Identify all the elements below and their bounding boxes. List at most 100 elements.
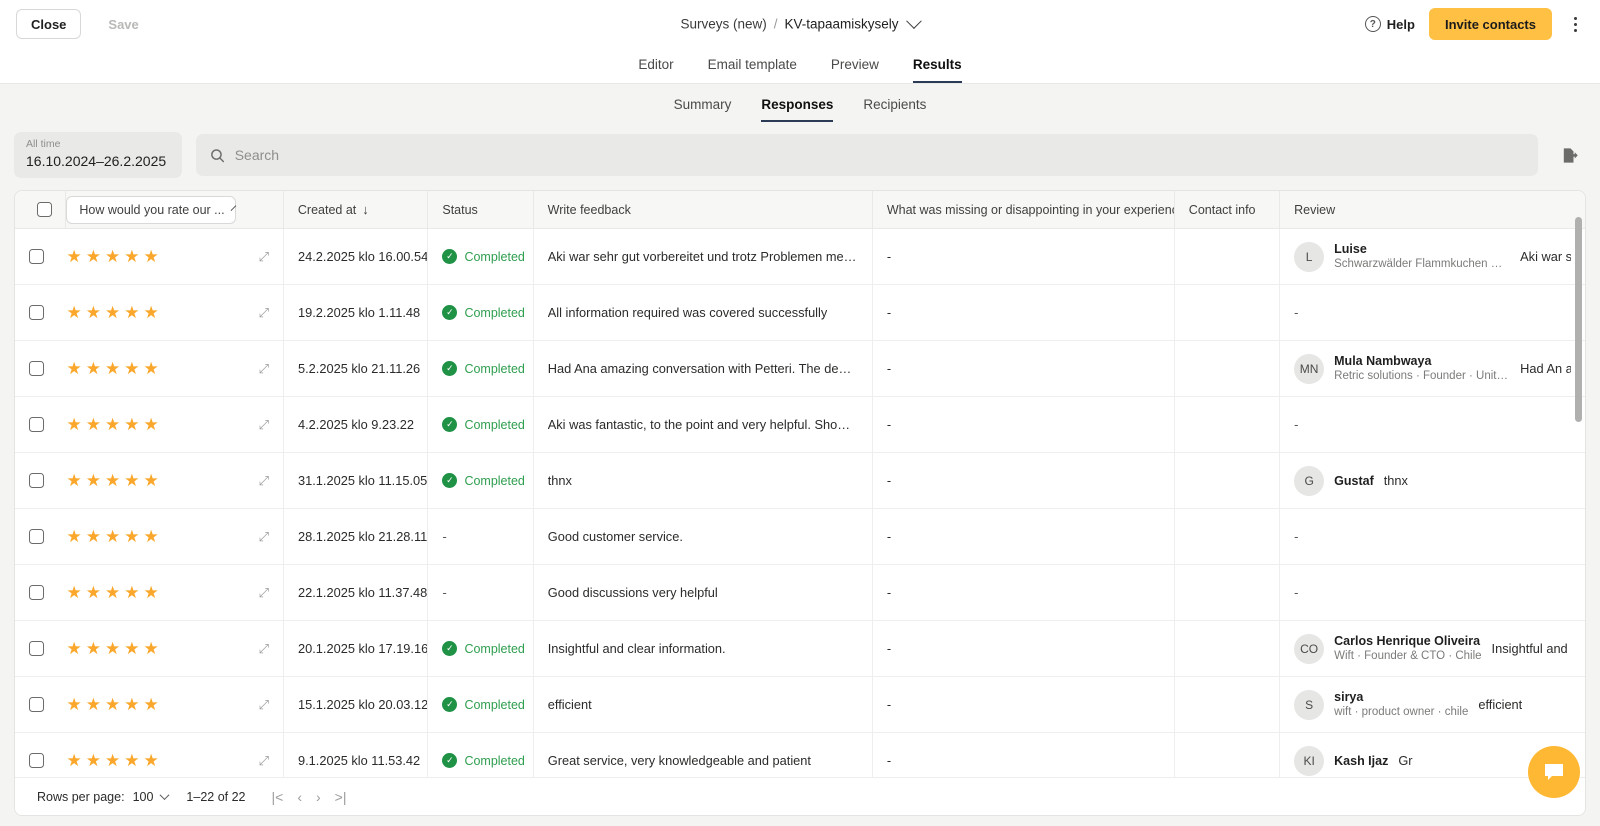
row-checkbox[interactable] [29,305,44,320]
previous-page-button[interactable]: ‹ [297,789,302,805]
sort-desc-icon: ↓ [362,202,369,217]
column-header-write-feedback[interactable]: Write feedback [534,191,873,229]
row-checkbox[interactable] [29,417,44,432]
star-icon: ★ [104,583,121,602]
expand-row-icon[interactable]: ⤢ [259,473,269,489]
star-icon: ★ [124,247,140,266]
table-row[interactable]: ★ ★ ★ ★ ★ ⤢ 5.2.2025 klo 21.11.26 ✓ Completed Had… [15,340,1585,397]
table-row[interactable]: ★ ★ ★ ★ ★ ⤢ 4.2.2025 klo 9.23.22 ✓ Completed Aki … [15,396,1585,453]
review-empty: - [1294,305,1299,320]
star-icon: ★ [85,359,101,378]
row-checkbox[interactable] [29,249,44,264]
table-row[interactable]: ★ ★ ★ ★ ★ ⤢ 24.2.2025 klo 16.00.54 ✓ Completed Ak… [15,229,1585,285]
save-button[interactable]: Save [93,9,154,39]
table-row[interactable]: ★ ★ ★ ★ ★ ⤢ 15.1.2025 klo 20.03.12 ✓ Completed ef… [15,676,1585,733]
tab-email-template[interactable]: Email template [708,57,797,83]
expand-row-icon[interactable]: ⤢ [259,249,269,265]
rating-column-header: How would you rate our ... [66,191,284,229]
table-row[interactable]: ★ ★ ★ ★ ★ ⤢ 28.1.2025 klo 21.28.11- Good custom… [15,508,1585,565]
subtab-summary[interactable]: Summary [674,97,732,122]
rows-per-page-control[interactable]: Rows per page: 100 [37,790,170,804]
reviewer-name: Mula Nambwaya [1334,354,1432,368]
tab-results[interactable]: Results [912,57,962,83]
invite-contacts-button[interactable]: Invite contacts [1428,8,1552,40]
star-icon: ★ [85,471,101,490]
feedback-text: All information required was covered suc… [547,305,828,320]
vertical-scrollbar[interactable] [1575,217,1582,422]
row-checkbox[interactable] [29,361,44,376]
help-label: Help [1386,16,1415,32]
close-button[interactable]: Close [16,9,82,39]
rating-filter-select[interactable]: How would you rate our ... [66,195,237,224]
column-header-review[interactable]: Review [1280,191,1585,229]
next-page-button[interactable]: › [316,789,321,805]
status-badge: ✓ Completed [442,249,525,264]
column-header-status[interactable]: Status [428,191,534,229]
last-page-button[interactable]: >| [335,789,347,805]
table-row[interactable]: ★ ★ ★ ★ ★ ⤢ 9.1.2025 klo 11.53.42 ✓ Completed Gre… [15,732,1585,778]
status-cell: ✓ Completed [428,396,534,453]
row-checkbox[interactable] [29,697,44,712]
table-row[interactable]: ★ ★ ★ ★ ★ ⤢ 20.1.2025 klo 17.19.16 ✓ Completed In… [15,620,1585,677]
expand-row-icon[interactable]: ⤢ [259,305,269,321]
table-row[interactable]: ★ ★ ★ ★ ★ ⤢ 31.1.2025 klo 11.15.05 ✓ Completed th… [15,452,1585,509]
star-icon: ★ [104,415,121,434]
expand-row-icon[interactable]: ⤢ [259,697,269,713]
expand-row-icon[interactable]: ⤢ [259,529,269,545]
expand-row-icon[interactable]: ⤢ [259,417,269,433]
subtab-recipients[interactable]: Recipients [863,97,926,122]
star-icon: ★ [85,415,101,434]
what-was-missing-cell: - [873,564,1175,621]
star-icon: ★ [85,695,101,714]
star-icon: ★ [104,247,121,266]
review-cell: Ssirya wift · product owner · chile effici… [1280,677,1585,733]
reviewer-meta: Schwarzwälder Flammkuchen Ma... [1334,258,1511,270]
review-empty: - [1294,417,1299,432]
write-feedback-cell: Had Ana amazing conversation with Petter… [534,340,873,397]
subtab-responses[interactable]: Responses [761,97,834,122]
status-empty: - [442,585,447,600]
star-icon: ★ [66,583,82,602]
feedback-text: efficient [547,697,592,712]
select-all-checkbox[interactable] [37,202,52,217]
feedback-text: thnx [547,473,572,488]
tab-preview[interactable]: Preview [831,57,879,83]
first-page-button[interactable]: |< [272,789,284,805]
row-checkbox[interactable] [29,473,44,488]
chevron-down-icon[interactable] [906,13,922,29]
star-icon: ★ [66,303,82,322]
chat-widget-button[interactable] [1528,746,1580,798]
row-checkbox[interactable] [29,585,44,600]
reviewer-info: Carlos Henrique Oliveira Wift · Founder &… [1334,633,1481,664]
expand-row-icon[interactable]: ⤢ [259,585,269,601]
star-icon: ★ [66,527,82,546]
column-header-what-was-missing[interactable]: What was missing or disappointing in you… [873,191,1175,229]
star-icon: ★ [104,359,121,378]
column-header-contact-info[interactable]: Contact info [1175,191,1281,229]
table-row[interactable]: ★ ★ ★ ★ ★ ⤢ 19.2.2025 klo 1.11.48 ✓ Completed All… [15,284,1585,341]
expand-row-icon[interactable]: ⤢ [259,641,269,657]
search-box[interactable] [196,134,1538,176]
breadcrumb[interactable]: Surveys (new) / KV-tapaamiskysely [680,13,922,32]
more-options-icon[interactable] [1566,14,1584,34]
rating-filter-label: How would you rate our ... [79,202,225,217]
reviewer-name: Luise [1334,242,1367,256]
date-range-picker[interactable]: All time 16.10.2024–26.2.2025 [14,132,182,178]
row-select-cell [15,621,66,677]
expand-row-icon[interactable]: ⤢ [259,753,269,769]
expand-row-icon[interactable]: ⤢ [259,361,269,377]
table-row[interactable]: ★ ★ ★ ★ ★ ⤢ 22.1.2025 klo 11.37.48- Good discus… [15,564,1585,621]
question-mark-icon: ? [1364,16,1381,32]
row-checkbox[interactable] [29,529,44,544]
column-header-created-at[interactable]: Created at ↓ [284,191,429,229]
search-input[interactable] [234,147,1524,163]
contact-info-cell [1175,508,1281,565]
row-checkbox[interactable] [29,641,44,656]
star-icon: ★ [124,583,140,602]
export-button[interactable] [1552,138,1586,172]
row-checkbox[interactable] [29,753,44,768]
tab-editor[interactable]: Editor [638,57,673,83]
help-button[interactable]: ? Help [1364,16,1415,32]
write-feedback-cell: All information required was covered suc… [534,284,873,341]
breadcrumb-root[interactable]: Surveys (new) [680,17,766,32]
